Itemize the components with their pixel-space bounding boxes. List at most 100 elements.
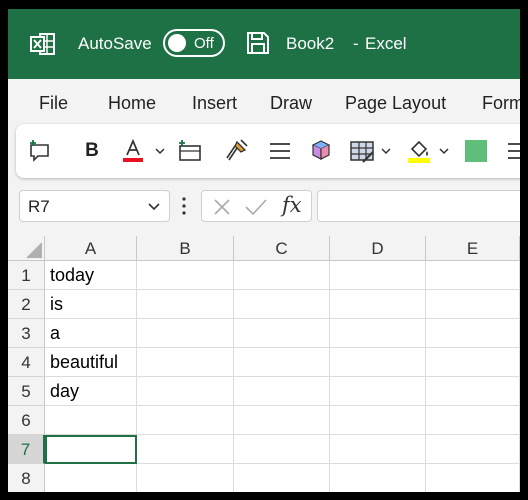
row-header[interactable]: 2 [8, 290, 45, 319]
bold-icon: B [85, 140, 99, 161]
fill-color-icon [408, 140, 430, 163]
chevron-down-icon[interactable] [380, 145, 392, 157]
document-name: Book2 [286, 34, 335, 53]
cell[interactable]: day [45, 377, 137, 406]
autosave-state: Off [194, 35, 214, 52]
cell[interactable]: beautiful [45, 348, 137, 377]
cell[interactable] [330, 261, 426, 290]
format-painter-icon [226, 139, 248, 161]
row-header[interactable]: 8 [8, 464, 45, 492]
title-separator: - [353, 34, 359, 53]
wrap-text-button[interactable] [506, 136, 520, 166]
cell[interactable] [426, 290, 520, 319]
row-header[interactable]: 5 [8, 377, 45, 406]
cell[interactable] [234, 406, 330, 435]
row-header[interactable]: 3 [8, 319, 45, 348]
cell[interactable] [426, 406, 520, 435]
font-color-icon [123, 138, 143, 162]
tab-page-layout[interactable]: Page Layout [345, 93, 446, 114]
autosave-toggle[interactable]: Off [163, 29, 225, 57]
cell[interactable] [234, 377, 330, 406]
tab-draw[interactable]: Draw [270, 93, 312, 114]
align-icon [270, 143, 290, 159]
tab-insert[interactable]: Insert [192, 93, 237, 114]
cell[interactable] [330, 319, 426, 348]
cell[interactable] [234, 319, 330, 348]
cell[interactable] [45, 406, 137, 435]
formula-input[interactable] [317, 190, 520, 222]
cell[interactable] [426, 464, 520, 492]
cell[interactable] [137, 319, 234, 348]
row-header[interactable]: 1 [8, 261, 45, 290]
cell[interactable] [137, 348, 234, 377]
column-header-d[interactable]: D [330, 236, 426, 261]
toggle-knob [168, 34, 186, 52]
name-box[interactable]: R7 [19, 190, 170, 222]
chevron-down-icon[interactable] [154, 145, 166, 157]
cell[interactable] [137, 464, 234, 492]
cell[interactable]: is [45, 290, 137, 319]
cell[interactable] [234, 290, 330, 319]
active-cell-outline [45, 435, 137, 464]
column-header-b[interactable]: B [137, 236, 234, 261]
cell[interactable]: a [45, 319, 137, 348]
cell[interactable] [426, 435, 520, 464]
cell[interactable] [137, 377, 234, 406]
cell[interactable] [234, 464, 330, 492]
row-header[interactable]: 4 [8, 348, 45, 377]
autosave-label: AutoSave [78, 34, 152, 53]
cell[interactable] [426, 319, 520, 348]
table-format-button[interactable] [348, 136, 376, 166]
cell[interactable] [137, 290, 234, 319]
cell[interactable] [45, 464, 137, 492]
align-button[interactable] [266, 136, 294, 166]
format-painter-button[interactable] [222, 136, 250, 166]
column-header-a[interactable]: A [45, 236, 137, 261]
new-comment-button[interactable] [26, 136, 54, 166]
font-color-button[interactable] [120, 136, 146, 166]
cell[interactable] [137, 261, 234, 290]
cell[interactable] [426, 377, 520, 406]
tab-home[interactable]: Home [108, 93, 156, 114]
more-options-icon[interactable] [181, 195, 187, 217]
column-header-e[interactable]: E [426, 236, 520, 261]
shapes-button[interactable] [308, 136, 334, 166]
excel-window: AutoSave Off Book2 - Excel File Home Ins… [8, 9, 520, 492]
cancel-icon[interactable] [212, 197, 232, 217]
cell[interactable] [330, 406, 426, 435]
row-header[interactable]: 6 [8, 406, 45, 435]
insert-cells-button[interactable] [176, 136, 204, 166]
insert-function-icon[interactable]: fx [282, 193, 302, 217]
bold-button[interactable]: B [80, 136, 104, 166]
cell[interactable] [330, 435, 426, 464]
fill-swatch-button[interactable] [464, 136, 488, 166]
row-header[interactable]: 7 [8, 435, 45, 464]
shapes-icon [311, 140, 331, 160]
tab-formulas[interactable]: Form [482, 93, 520, 114]
select-all-corner[interactable] [8, 236, 45, 261]
wrap-text-icon [508, 143, 520, 159]
cell[interactable] [330, 290, 426, 319]
cell[interactable] [330, 348, 426, 377]
cell[interactable] [234, 261, 330, 290]
cell[interactable] [426, 261, 520, 290]
cell[interactable] [330, 464, 426, 492]
cell[interactable] [426, 348, 520, 377]
tab-file[interactable]: File [39, 93, 68, 114]
cell[interactable] [137, 406, 234, 435]
cell[interactable] [234, 435, 330, 464]
color-swatch-icon [465, 140, 487, 162]
fill-color-button[interactable] [405, 136, 433, 166]
title-bar: AutoSave Off Book2 - Excel [8, 9, 520, 79]
enter-check-icon[interactable] [244, 197, 268, 217]
chevron-down-icon[interactable] [147, 201, 161, 213]
cell[interactable] [137, 435, 234, 464]
save-icon[interactable] [245, 30, 271, 56]
chevron-down-icon[interactable] [438, 145, 450, 157]
table-format-icon [350, 141, 374, 163]
cell[interactable]: today [45, 261, 137, 290]
excel-logo-icon [30, 33, 55, 55]
column-header-c[interactable]: C [234, 236, 330, 261]
cell[interactable] [330, 377, 426, 406]
cell[interactable] [234, 348, 330, 377]
